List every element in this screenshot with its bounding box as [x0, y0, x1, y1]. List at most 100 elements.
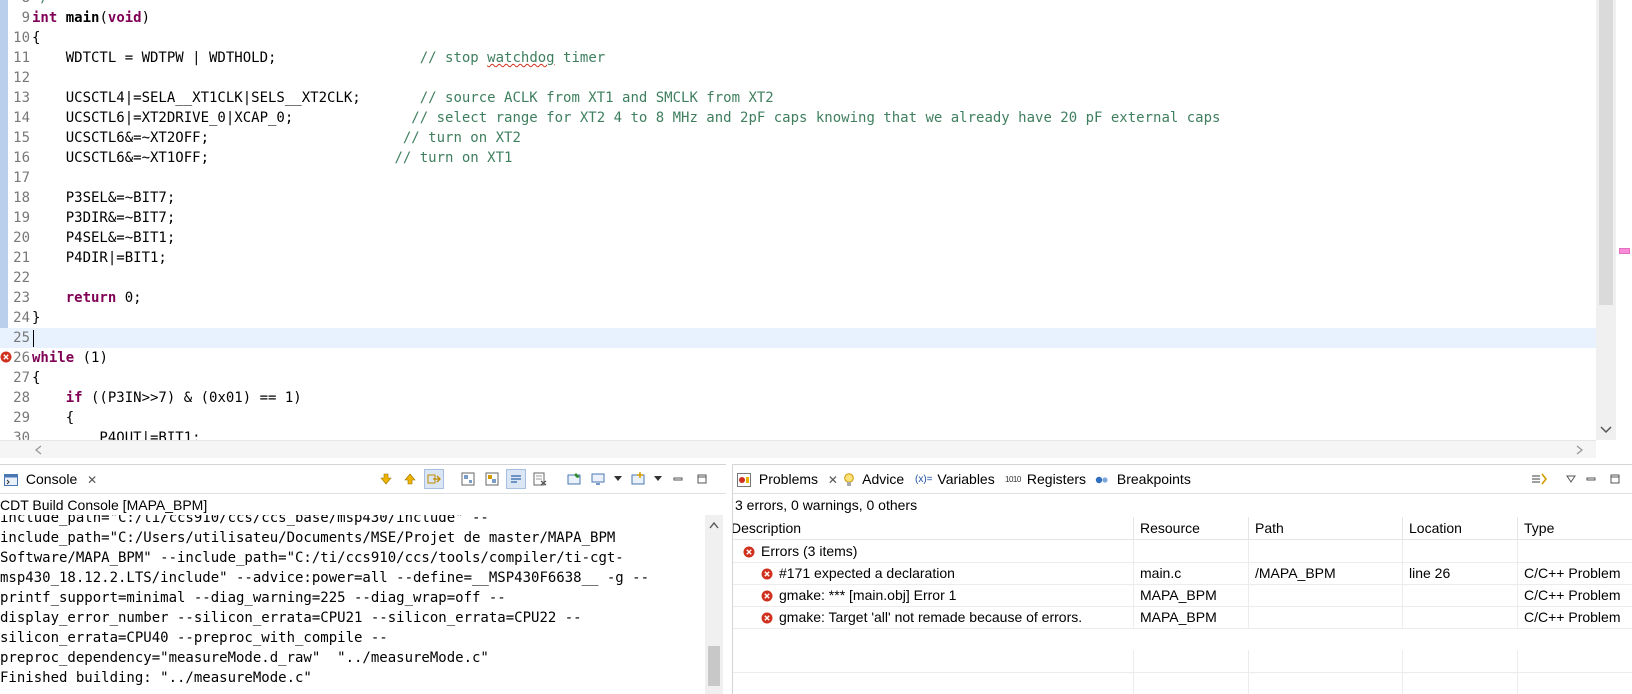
- tab-advice[interactable]: Advice: [843, 465, 904, 493]
- code-token: }: [32, 310, 41, 326]
- code-line[interactable]: 14 UCSCTL6|=XT2DRIVE_0|XCAP_0; // select…: [0, 108, 1596, 128]
- column-header-path[interactable]: Path: [1249, 517, 1403, 539]
- console-output-line: silicon_errata=CPU40 --preproc_with_comp…: [0, 630, 388, 646]
- code-token: {: [32, 370, 41, 386]
- code-line[interactable]: 12: [0, 68, 1596, 88]
- maximize-button[interactable]: [1605, 469, 1625, 489]
- code-line[interactable]: 22: [0, 268, 1596, 288]
- clear-console-button[interactable]: [530, 469, 550, 489]
- tab-breakpoints-label: Breakpoints: [1116, 471, 1191, 487]
- tab-registers[interactable]: 1010 Registers: [1005, 465, 1086, 493]
- open-console-dropdown[interactable]: [652, 469, 664, 489]
- close-icon[interactable]: ✕: [828, 466, 838, 494]
- scroll-left-icon[interactable]: [34, 445, 42, 455]
- code-token: UCSCTL4|=SELA__XT1CLK|SELS__XT2CLK;: [32, 90, 420, 106]
- code-line[interactable]: 25: [0, 328, 1596, 348]
- focus-on-active-task-button[interactable]: [1529, 469, 1549, 489]
- code-line[interactable]: 18 P3SEL&=~BIT7;: [0, 188, 1596, 208]
- console-output[interactable]: include_path="C:/ti/ccs910/ccs/ccs_base/…: [0, 515, 700, 694]
- line-code: UCSCTL6&=~XT1OFF; // turn on XT1: [32, 148, 513, 168]
- code-line[interactable]: 16 UCSCTL6&=~XT1OFF; // turn on XT1: [0, 148, 1596, 168]
- code-line[interactable]: 26 while (1): [0, 348, 1596, 368]
- tab-variables[interactable]: (x)= Variables: [915, 465, 995, 493]
- editor-scroll-thumb[interactable]: [1599, 0, 1613, 305]
- minimize-button[interactable]: [668, 469, 688, 489]
- code-line[interactable]: 19 P3DIR&=~BIT7;: [0, 208, 1596, 228]
- close-icon[interactable]: ✕: [87, 466, 97, 494]
- minimize-button[interactable]: [1581, 469, 1601, 489]
- code-line[interactable]: 11 WDTCTL = WDTPW | WDTHOLD; // stop wat…: [0, 48, 1596, 68]
- table-row-empty: [733, 650, 1632, 673]
- table-row[interactable]: gmake: *** [main.obj] Error 1 MAPA_BPM C/C…: [733, 584, 1632, 607]
- tab-console-label: Console: [25, 471, 78, 487]
- text-caret: [33, 330, 34, 347]
- table-cell-empty: [1134, 540, 1249, 562]
- tab-problems[interactable]: Problems ✕: [737, 465, 838, 493]
- code-line[interactable]: 9 int main(void): [0, 8, 1596, 28]
- console-scroll-thumb[interactable]: [708, 646, 720, 686]
- open-console-button[interactable]: [628, 469, 648, 489]
- line-code: P4SEL&=~BIT1;: [32, 228, 176, 248]
- display-selected-console-button[interactable]: [588, 469, 608, 489]
- table-cell-empty: [1403, 540, 1518, 562]
- column-header-resource[interactable]: Resource: [1134, 517, 1249, 539]
- tab-breakpoints[interactable]: Breakpoints: [1095, 465, 1191, 493]
- console-output-line: msp430_18.12.2.LTS/include" --advice:pow…: [0, 570, 650, 586]
- code-line[interactable]: 29 {: [0, 408, 1596, 428]
- code-line[interactable]: 13 UCSCTL4|=SELA__XT1CLK|SELS__XT2CLK; /…: [0, 88, 1596, 108]
- code-line[interactable]: 20 P4SEL&=~BIT1;: [0, 228, 1596, 248]
- code-line[interactable]: 21 P4DIR|=BIT1;: [0, 248, 1596, 268]
- line-code: }: [32, 308, 40, 328]
- editor-vertical-scrollbar[interactable]: [1596, 0, 1616, 440]
- scroll-right-icon[interactable]: [1576, 445, 1584, 455]
- code-line[interactable]: 27{: [0, 368, 1596, 388]
- code-line[interactable]: 24}: [0, 308, 1596, 328]
- link-errors-button[interactable]: [424, 469, 444, 489]
- editor-horizontal-scrollbar[interactable]: [0, 440, 1596, 458]
- tab-console[interactable]: Console ✕: [4, 465, 97, 493]
- arrow-down-icon: [380, 473, 392, 485]
- pin-console-button[interactable]: [564, 469, 584, 489]
- code-line[interactable]: 17: [0, 168, 1596, 188]
- code-line[interactable]: 8*/: [0, 0, 1596, 8]
- line-code: P4DIR|=BIT1;: [32, 248, 167, 268]
- column-header-type[interactable]: Type: [1518, 517, 1632, 539]
- line-code: {: [32, 28, 40, 48]
- word-wrap-button[interactable]: [506, 469, 526, 489]
- overview-ruler[interactable]: [1616, 0, 1632, 440]
- column-header-description[interactable]: Description ⌃: [733, 517, 1134, 539]
- comment-token: // select range for XT2 4 to 8 MHz and 2…: [411, 110, 1221, 126]
- code-line[interactable]: 23 return 0;: [0, 288, 1596, 308]
- console-output-line: preproc_dependency="measureMode.d_raw" "…: [0, 650, 489, 666]
- copy-build-log-button[interactable]: [458, 469, 478, 489]
- error-icon: [761, 568, 773, 580]
- scroll-down-icon[interactable]: [1600, 426, 1612, 434]
- view-menu-button[interactable]: [1565, 469, 1577, 489]
- code-line[interactable]: 28 if ((P3IN>>7) & (0x01) == 1): [0, 388, 1596, 408]
- display-console-dropdown[interactable]: [612, 469, 624, 489]
- previous-error-button[interactable]: [400, 469, 420, 489]
- code-token: UCSCTL6|=XT2DRIVE_0|XCAP_0;: [32, 110, 412, 126]
- cell-description-text: gmake: *** [main.obj] Error 1: [779, 587, 957, 603]
- maximize-icon: [1610, 474, 1620, 484]
- problems-table[interactable]: Description ⌃ Resource Path Location Typ…: [733, 517, 1632, 694]
- code-line[interactable]: 15 UCSCTL6&=~XT2OFF; // turn on XT2: [0, 128, 1596, 148]
- keyword-token: if: [65, 390, 83, 406]
- scroll-lock-button[interactable]: [482, 469, 502, 489]
- errors-group-row[interactable]: Errors (3 items): [733, 540, 1632, 563]
- table-row[interactable]: gmake: Target 'all' not remade because o…: [733, 606, 1632, 629]
- line-number: 29: [13, 410, 30, 426]
- comment-token: // stop: [419, 50, 488, 66]
- maximize-button[interactable]: [692, 469, 712, 489]
- console-output-line: include_path="C:/ti/ccs910/ccs/ccs_base/…: [0, 515, 489, 526]
- code-editor[interactable]: 8*/9int main(void)10{11 WDTCTL = WDTPW |…: [0, 0, 1632, 458]
- scroll-up-icon[interactable]: [709, 521, 719, 529]
- code-lines[interactable]: 8*/9int main(void)10{11 WDTCTL = WDTPW |…: [0, 0, 1596, 448]
- column-header-location[interactable]: Location: [1403, 517, 1518, 539]
- code-line[interactable]: 10{: [0, 28, 1596, 48]
- console-output-line: include_path="C:/Users/utilisateu/Docume…: [0, 530, 616, 546]
- console-scrollbar[interactable]: [705, 515, 723, 694]
- next-error-button[interactable]: [376, 469, 396, 489]
- overview-ruler-marker[interactable]: [1619, 248, 1630, 254]
- table-row[interactable]: #171 expected a declaration main.c/MAPA_B…: [733, 562, 1632, 585]
